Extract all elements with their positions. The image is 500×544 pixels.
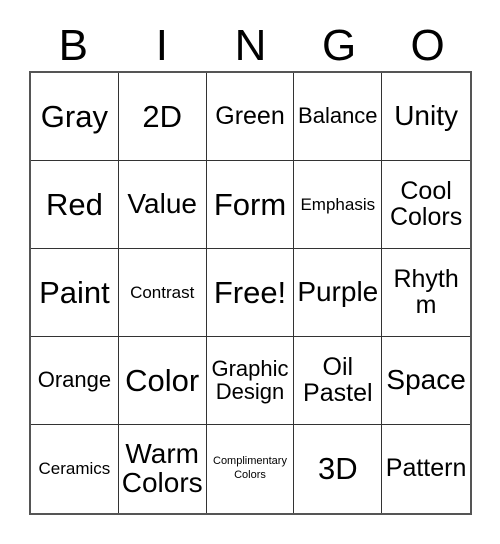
bingo-cell-label: 2D [142, 98, 183, 134]
bingo-cell-label: Purple [297, 276, 379, 308]
bingo-header-letter-b: B [58, 21, 88, 70]
bingo-cell-label: Green [215, 101, 285, 130]
bingo-cell[interactable]: Gray [31, 73, 119, 161]
bingo-cell-label: 3D [317, 451, 358, 487]
bingo-cell[interactable]: Space [382, 337, 470, 425]
bingo-cell[interactable]: Unity [382, 73, 470, 161]
bingo-cell[interactable]: Pattern [382, 425, 470, 513]
bingo-cell-label: Value [127, 188, 197, 220]
bingo-cell[interactable]: Form [206, 161, 295, 249]
bingo-cell[interactable]: Value [118, 161, 207, 249]
bingo-cell[interactable]: Orange [31, 337, 119, 425]
bingo-cell-label: Balance [298, 103, 378, 129]
bingo-cell-label: Cool Colors [389, 177, 463, 231]
bingo-cell-label: Ceramics [38, 459, 111, 479]
bingo-cell[interactable]: Purple [294, 249, 383, 337]
bingo-cell[interactable]: 2D [118, 73, 207, 161]
bingo-cell-label: Gray [40, 98, 108, 134]
bingo-header-row: B I N G O [29, 18, 472, 68]
bingo-cell-label: Color [125, 362, 200, 398]
bingo-cell[interactable]: Complimentary Colors [206, 425, 295, 513]
bingo-cell-label: Oil Pastel [303, 353, 373, 407]
bingo-cell[interactable]: Green [206, 73, 295, 161]
bingo-cell-label: Emphasis [300, 194, 376, 214]
bingo-grid: Gray 2D Green Balance Unity Red Value Fo… [29, 71, 472, 515]
bingo-cell[interactable]: Paint [31, 249, 119, 337]
bingo-cell[interactable]: 3D [294, 425, 383, 513]
bingo-cell-label: Red [45, 186, 103, 222]
bingo-header-letter-g: G [321, 21, 357, 70]
bingo-cell-label: Paint [39, 274, 110, 310]
bingo-cell-label: Rhythm [393, 265, 459, 319]
bingo-header-letter-i: I [155, 21, 168, 70]
bingo-cell-label: Warm Colors [121, 438, 203, 498]
bingo-cell[interactable]: Contrast [118, 249, 207, 337]
bingo-cell-label: Pattern [385, 454, 467, 483]
bingo-cell[interactable]: Red [31, 161, 119, 249]
bingo-cell[interactable]: Color [118, 337, 207, 425]
bingo-cell-label: Space [386, 364, 466, 396]
bingo-cell-label: Complimentary Colors [213, 455, 287, 481]
bingo-cell-free-space[interactable]: Free! [206, 249, 295, 337]
bingo-cell[interactable]: Oil Pastel [294, 337, 383, 425]
bingo-header-letter-n: N [234, 21, 267, 70]
bingo-cell[interactable]: Balance [294, 73, 383, 161]
bingo-cell[interactable]: Graphic Design [206, 337, 295, 425]
bingo-cell[interactable]: Rhythm [382, 249, 470, 337]
bingo-header-letter-o: O [410, 21, 445, 70]
bingo-cell-label: Orange [37, 367, 112, 393]
bingo-cell-label: Unity [394, 100, 458, 132]
bingo-cell[interactable]: Ceramics [31, 425, 119, 513]
bingo-cell[interactable]: Warm Colors [118, 425, 207, 513]
bingo-cell-label: Form [213, 186, 287, 222]
bingo-cell-label: Contrast [130, 282, 195, 302]
bingo-cell-label: Graphic Design [211, 356, 289, 404]
bingo-card: B I N G O Gray 2D Green Balance Unity Re… [0, 0, 500, 544]
bingo-cell[interactable]: Cool Colors [382, 161, 470, 249]
bingo-cell-label: Free! [213, 274, 287, 310]
bingo-cell[interactable]: Emphasis [294, 161, 383, 249]
